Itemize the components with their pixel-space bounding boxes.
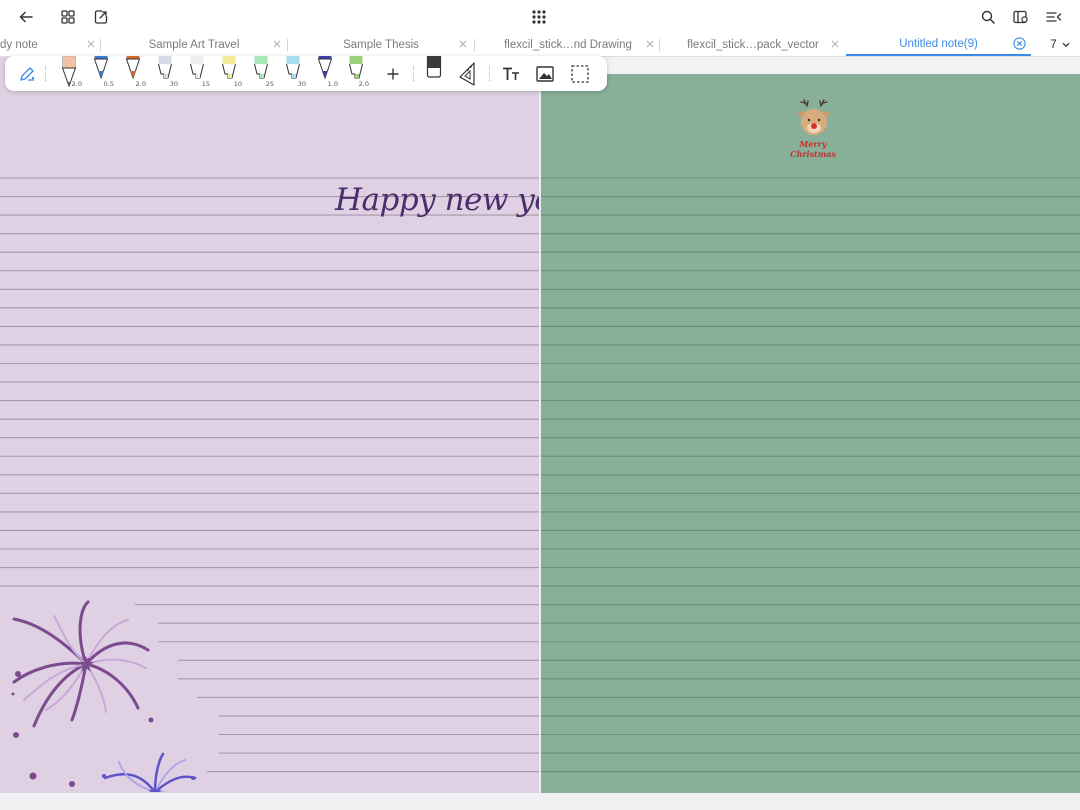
text-tool-icon[interactable]	[500, 56, 522, 91]
tab-overflow-dropdown[interactable]: 7	[1042, 33, 1078, 56]
tab-label: Sample Thesis	[343, 38, 419, 51]
pen-size-label: 0.5	[103, 80, 114, 88]
back-arrow-icon[interactable]	[14, 5, 38, 29]
close-icon[interactable]	[271, 38, 283, 50]
tab-untitled-note[interactable]: Untitled note(9)	[846, 33, 1031, 56]
toolbar-divider	[45, 66, 46, 81]
tab-flexcil-sticker-drawing[interactable]: flexcil_stick…nd Drawing	[475, 33, 661, 56]
tab-bar: dy note Sample Art Travel Sample Thesis …	[0, 33, 1080, 57]
close-icon[interactable]	[457, 38, 469, 50]
export-icon[interactable]	[89, 5, 113, 29]
note-page-left[interactable]: Happy new year	[0, 57, 539, 793]
close-icon[interactable]	[644, 38, 656, 50]
pen-size-label: 2.0	[71, 80, 82, 88]
pen-slot[interactable]: 1.0	[315, 56, 338, 91]
bottom-bar	[0, 793, 1080, 810]
lasso-select-icon[interactable]	[569, 56, 591, 91]
pen-toolbar: 2.0 0.5 2.0 30 15 10 25 30 1.0 2.0	[5, 56, 607, 91]
close-icon[interactable]	[85, 38, 97, 50]
add-pen-icon[interactable]	[383, 56, 403, 91]
pen-mode-icon[interactable]	[15, 56, 39, 91]
tab-label: Untitled note(9)	[899, 37, 978, 50]
ruled-lines	[541, 177, 1080, 773]
pen-slot[interactable]: 15	[187, 56, 210, 91]
tab-sample-art-travel[interactable]: Sample Art Travel	[101, 33, 287, 56]
close-circle-icon[interactable]	[1013, 37, 1026, 50]
tab-label: flexcil_stick…pack_vector	[687, 38, 819, 51]
pen-slot[interactable]: 0.5	[91, 56, 114, 91]
pen-size-label: 10	[233, 80, 242, 88]
tab-study-note[interactable]: dy note	[0, 33, 100, 56]
pen-slot[interactable]: 2.0	[123, 56, 146, 91]
reindeer-sticker[interactable]	[794, 98, 834, 140]
pen-size-label: 25	[265, 80, 274, 88]
ruler-icon[interactable]	[456, 56, 480, 91]
fireworks-sticker[interactable]	[0, 592, 220, 792]
grid-view-icon[interactable]	[56, 5, 80, 29]
pen-size-label: 2.0	[358, 80, 369, 88]
pen-size-label: 1.0	[327, 80, 338, 88]
tab-label: flexcil_stick…nd Drawing	[504, 38, 632, 51]
pen-slot[interactable]: 2.0	[59, 56, 82, 91]
page-settings-icon[interactable]	[1009, 5, 1033, 29]
pen-slot[interactable]: 10	[219, 56, 242, 91]
page-title-handwriting: Happy new year	[335, 182, 539, 218]
toolbar-divider	[413, 66, 414, 81]
tab-count: 7	[1050, 38, 1057, 51]
pen-slot[interactable]: 30	[155, 56, 178, 91]
sticker-line: Merry	[799, 139, 827, 149]
sticker-caption: Merry Christmas	[781, 139, 845, 159]
chevron-down-icon	[1062, 39, 1070, 51]
collapse-menu-icon[interactable]	[1042, 5, 1066, 29]
apps-menu-icon[interactable]	[527, 5, 551, 29]
tab-label: dy note	[0, 38, 38, 51]
tab-sample-thesis[interactable]: Sample Thesis	[288, 33, 474, 56]
note-page-right[interactable]: Merry Christmas	[541, 74, 1080, 793]
pen-slot[interactable]: 2.0	[346, 56, 369, 91]
toolbar-divider	[489, 66, 490, 81]
sticker-line: Christmas	[790, 149, 836, 159]
tab-label: Sample Art Travel	[148, 38, 240, 51]
pen-size-label: 30	[169, 80, 178, 88]
pen-size-label: 15	[201, 80, 210, 88]
pen-size-label: 2.0	[135, 80, 146, 88]
search-icon[interactable]	[976, 5, 1000, 29]
image-tool-icon[interactable]	[534, 56, 556, 91]
eraser-icon[interactable]	[424, 56, 444, 91]
pen-slot[interactable]: 25	[251, 56, 274, 91]
pen-slot[interactable]: 30	[283, 56, 306, 91]
tab-flexcil-sticker-vector[interactable]: flexcil_stick…pack_vector	[660, 33, 846, 56]
pen-size-label: 30	[297, 80, 306, 88]
close-icon[interactable]	[829, 38, 841, 50]
top-bar	[0, 0, 1080, 33]
